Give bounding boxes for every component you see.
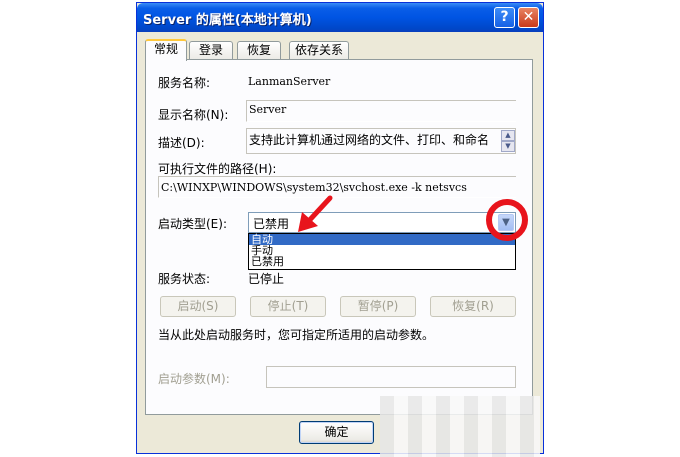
scroll-up-button[interactable]: ▲ xyxy=(501,130,515,141)
help-icon: ? xyxy=(500,9,509,25)
chevron-down-icon: ▼ xyxy=(502,217,510,228)
scroll-up-icon: ▲ xyxy=(505,131,511,139)
display-name-value: Server xyxy=(249,103,287,116)
start-params-label: 启动参数(M): xyxy=(158,372,230,386)
ok-button[interactable]: 确定 xyxy=(299,421,374,444)
exe-path-label: 可执行文件的路径(H): xyxy=(158,162,277,176)
stop-button[interactable]: 停止(T) xyxy=(250,296,326,317)
close-icon: ✕ xyxy=(522,9,535,25)
help-button[interactable]: ? xyxy=(494,7,515,28)
title-bar[interactable]: Server 的属性(本地计算机) ? ✕ xyxy=(137,3,543,32)
service-name-value: LanmanServer xyxy=(248,75,331,88)
resume-button[interactable]: 恢复(R) xyxy=(430,296,516,317)
tab-dependencies[interactable]: 依存关系 xyxy=(289,41,349,59)
service-status-value: 已停止 xyxy=(248,272,285,286)
start-params-input[interactable] xyxy=(266,366,516,388)
startup-option-auto[interactable]: 自动 xyxy=(249,234,515,245)
pause-button[interactable]: 暂停(P) xyxy=(340,296,416,317)
tab-recovery[interactable]: 恢复 xyxy=(237,41,281,59)
description-field[interactable]: 支持此计算机通过网络的文件、打印、和命名 ▲ ▼ xyxy=(246,128,516,154)
scroll-down-button[interactable]: ▼ xyxy=(501,141,515,152)
start-params-hint: 当从此处启动服务时，您可指定所适用的启动参数。 xyxy=(158,328,435,342)
display-name-field[interactable]: Server xyxy=(246,100,516,122)
window-title: Server 的属性(本地计算机) xyxy=(143,13,312,28)
service-status-label: 服务状态: xyxy=(158,272,211,286)
mosaic-watermark xyxy=(380,396,540,457)
exe-path-value: C:\WINXP\WINDOWS\system32\svchost.exe -k… xyxy=(161,181,467,194)
startup-option-manual[interactable]: 手动 xyxy=(249,245,515,256)
scroll-down-icon: ▼ xyxy=(505,142,511,150)
dropdown-button[interactable]: ▼ xyxy=(498,214,514,231)
start-button[interactable]: 启动(S) xyxy=(160,296,236,317)
description-label: 描述(D): xyxy=(158,136,205,150)
service-name-label: 服务名称: xyxy=(158,76,211,90)
display-name-label: 显示名称(N): xyxy=(158,108,229,122)
startup-type-value: 已禁用 xyxy=(253,217,290,231)
close-button[interactable]: ✕ xyxy=(518,7,539,28)
startup-option-disabled[interactable]: 已禁用 xyxy=(249,256,515,267)
startup-type-combo[interactable]: 已禁用 ▼ xyxy=(248,212,516,233)
tab-logon[interactable]: 登录 xyxy=(189,41,233,59)
tab-general[interactable]: 常规 xyxy=(145,39,187,61)
exe-path-field: C:\WINXP\WINDOWS\system32\svchost.exe -k… xyxy=(158,176,516,198)
startup-type-dropdown[interactable]: 自动 手动 已禁用 xyxy=(248,233,516,270)
general-tab-panel: 服务名称: LanmanServer 显示名称(N): Server 描述(D)… xyxy=(145,59,533,415)
startup-type-label: 启动类型(E): xyxy=(158,217,227,231)
description-value: 支持此计算机通过网络的文件、打印、和命名 xyxy=(249,133,490,147)
service-properties-window: Server 的属性(本地计算机) ? ✕ 常规 登录 恢复 依存关系 服务名称… xyxy=(136,2,544,454)
